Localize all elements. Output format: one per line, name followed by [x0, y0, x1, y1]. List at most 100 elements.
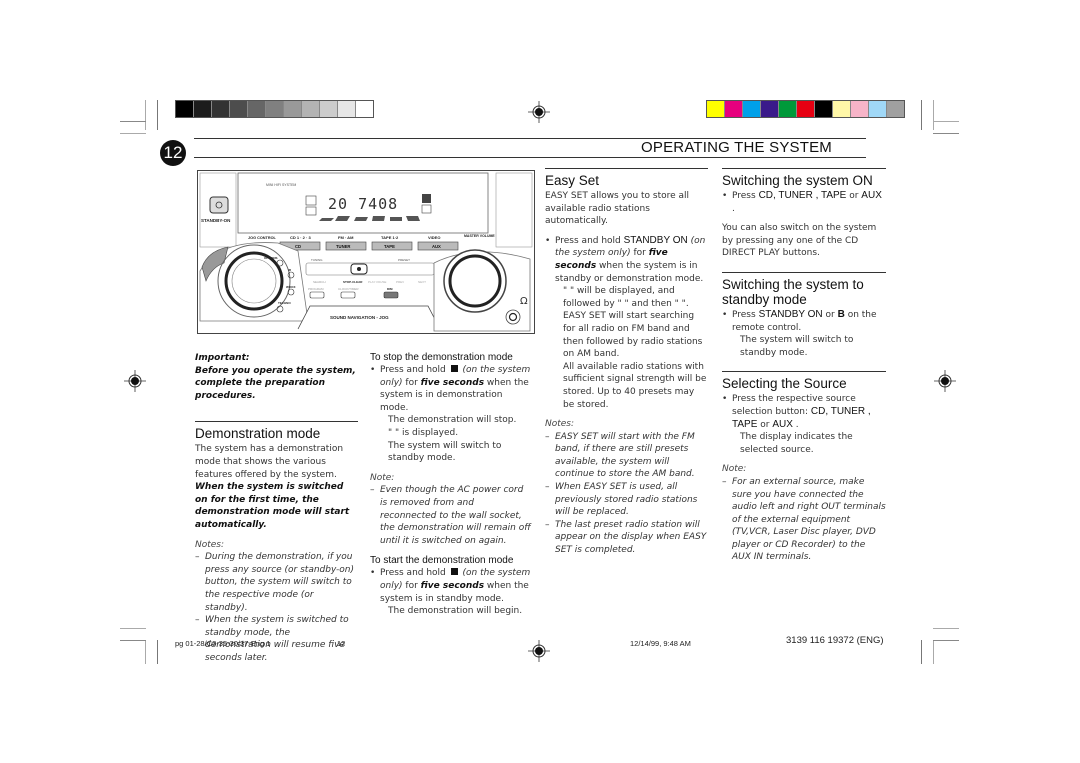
easy-set-result: EASY SET will start searching for all ra… — [563, 311, 703, 360]
source-result: The display indicates the selected sourc… — [740, 432, 853, 455]
standby-label: STANDBY-ON — [201, 218, 230, 223]
crop-mark — [933, 640, 959, 641]
step-item: Press and hold STANDBY ON (on the system… — [545, 235, 708, 285]
button-name: CD, TUNER , TAPE — [758, 190, 847, 201]
footer-document-code: 3139 116 19372 (ENG) — [786, 635, 884, 646]
section-heading-easy-set: Easy Set — [545, 168, 708, 188]
page-number-badge: 12 — [160, 140, 186, 166]
crop-mark — [145, 640, 146, 664]
step-item: Press CD, TUNER , TAPE or AUX . — [722, 190, 886, 215]
transport-label: NEXT — [418, 280, 426, 284]
step-emphasis: five seconds — [420, 377, 485, 388]
notes-label: Notes: — [195, 539, 225, 550]
crop-mark — [145, 100, 146, 130]
column-easy-set: Easy Set EASY SET allows you to store al… — [545, 168, 708, 557]
switch-on-text: You can also switch on the system by pre… — [722, 223, 877, 259]
step-item: Press and hold (on the system only) for … — [370, 567, 532, 605]
easy-set-result: All available radio stations with suffic… — [563, 361, 707, 410]
master-volume-label: MASTER VOLUME — [464, 234, 495, 238]
color-swatch — [887, 101, 904, 117]
button-name: STANDBY ON — [758, 308, 823, 320]
preset-label: PRESET — [398, 258, 410, 262]
crop-mark — [933, 133, 959, 134]
note-item: The last preset radio station will appea… — [545, 519, 708, 557]
page-title: OPERATING THE SYSTEM — [637, 139, 832, 156]
step-text: Press — [732, 191, 759, 201]
color-swatch — [833, 101, 851, 117]
easy-set-steps: Press and hold STANDBY ON (on the system… — [545, 235, 708, 285]
button-name: STANDBY ON — [623, 234, 688, 246]
color-swatch — [797, 101, 815, 117]
column-stop-start-demo: To stop the demonstration mode Press and… — [370, 351, 532, 618]
transport-label: PREV — [396, 280, 404, 284]
grayscale-color-bar — [175, 100, 374, 118]
stop-square-icon — [450, 568, 458, 576]
source-button-label: TUNER — [336, 244, 350, 249]
color-swatch — [743, 101, 761, 117]
notes-list: EASY SET will start with the FM band, if… — [545, 431, 708, 557]
crop-mark — [933, 100, 934, 130]
step-text: for — [402, 377, 421, 388]
color-swatch — [248, 101, 266, 117]
registration-mark-icon — [528, 101, 550, 123]
section-heading-selecting-source: Selecting the Source — [722, 371, 886, 391]
source-button-label: AUX — [432, 244, 441, 249]
color-swatch — [707, 101, 725, 117]
step-text: Press — [732, 309, 759, 320]
step-text: or — [846, 191, 862, 201]
crop-mark — [921, 640, 922, 664]
color-swatch — [194, 101, 212, 117]
color-swatch — [266, 101, 284, 117]
switch-on-steps: Press CD, TUNER , TAPE or AUX . — [722, 190, 886, 215]
button-name: B — [837, 308, 845, 320]
stop-result: The demonstration will stop. — [388, 415, 517, 426]
demo-text-emphasis: When the system is switched on for the f… — [195, 482, 350, 530]
step-text: for — [402, 580, 421, 591]
column-demonstration: Important: Before you operate the system… — [195, 352, 358, 664]
jog-control-label: JOG CONTROL — [248, 236, 277, 240]
step-text: Press and hold — [380, 365, 449, 375]
hifi-system-illustration: STANDBY-ON MINI HIFI SYSTEM 20 7408 JOG … — [197, 170, 535, 334]
jog-side-label: TECHNO — [278, 301, 291, 305]
brand-label: MINI HIFI SYSTEM — [266, 183, 296, 187]
crop-mark — [157, 100, 158, 130]
color-swatch — [212, 101, 230, 117]
sound-navigation-label: SOUND NAVIGATION - JOG — [330, 315, 389, 320]
jog-side-label: WOOX — [286, 285, 296, 289]
color-swatch — [761, 101, 779, 117]
registration-mark-icon — [528, 640, 550, 662]
source-button-label: TAPE — [384, 244, 395, 249]
footer-file-name: pg 01-28/C3-35-30/37-Eng 1 — [175, 639, 271, 648]
stop-result: " " is displayed. — [388, 427, 459, 438]
step-emphasis: five seconds — [420, 580, 485, 591]
source-top-label: FM · AM — [338, 235, 354, 240]
tuning-label: TUNING — [311, 258, 323, 262]
step-text: or — [757, 419, 773, 430]
color-swatch — [338, 101, 356, 117]
color-swatch — [356, 101, 373, 117]
note-label: Note: — [370, 472, 395, 483]
color-swatch — [320, 101, 338, 117]
crop-mark — [933, 640, 934, 664]
note-item: When EASY SET is used, all previously st… — [545, 481, 708, 519]
small-button-label: PROGRAM — [308, 287, 324, 291]
note-item: For an external source, make sure you ha… — [722, 476, 886, 564]
source-button-label: CD — [295, 244, 301, 249]
crop-mark — [120, 640, 146, 641]
start-demo-heading: To start the demonstration mode — [370, 555, 514, 567]
color-swatch — [176, 101, 194, 117]
start-result: The demonstration will begin. — [388, 606, 523, 617]
button-name: AUX — [861, 190, 882, 201]
device-front-panel: STANDBY-ON MINI HIFI SYSTEM 20 7408 JOG … — [199, 172, 533, 332]
note-label: Note: — [722, 464, 747, 475]
stop-demo-heading: To stop the demonstration mode — [370, 352, 513, 363]
standby-steps: Press STANDBY ON or B on the remote cont… — [722, 309, 886, 334]
transport-label: PLAY·PAUSE — [368, 280, 386, 284]
color-swatch — [284, 101, 302, 117]
step-text: . — [732, 203, 735, 214]
stop-result: The system will switch to standby mode. — [388, 440, 502, 464]
crop-mark — [120, 628, 146, 629]
transport-label: SEARCH — [313, 280, 326, 284]
notes-list: Even though the AC power cord is removed… — [370, 484, 532, 547]
footer-timestamp: 12/14/99, 9:48 AM — [630, 639, 691, 648]
